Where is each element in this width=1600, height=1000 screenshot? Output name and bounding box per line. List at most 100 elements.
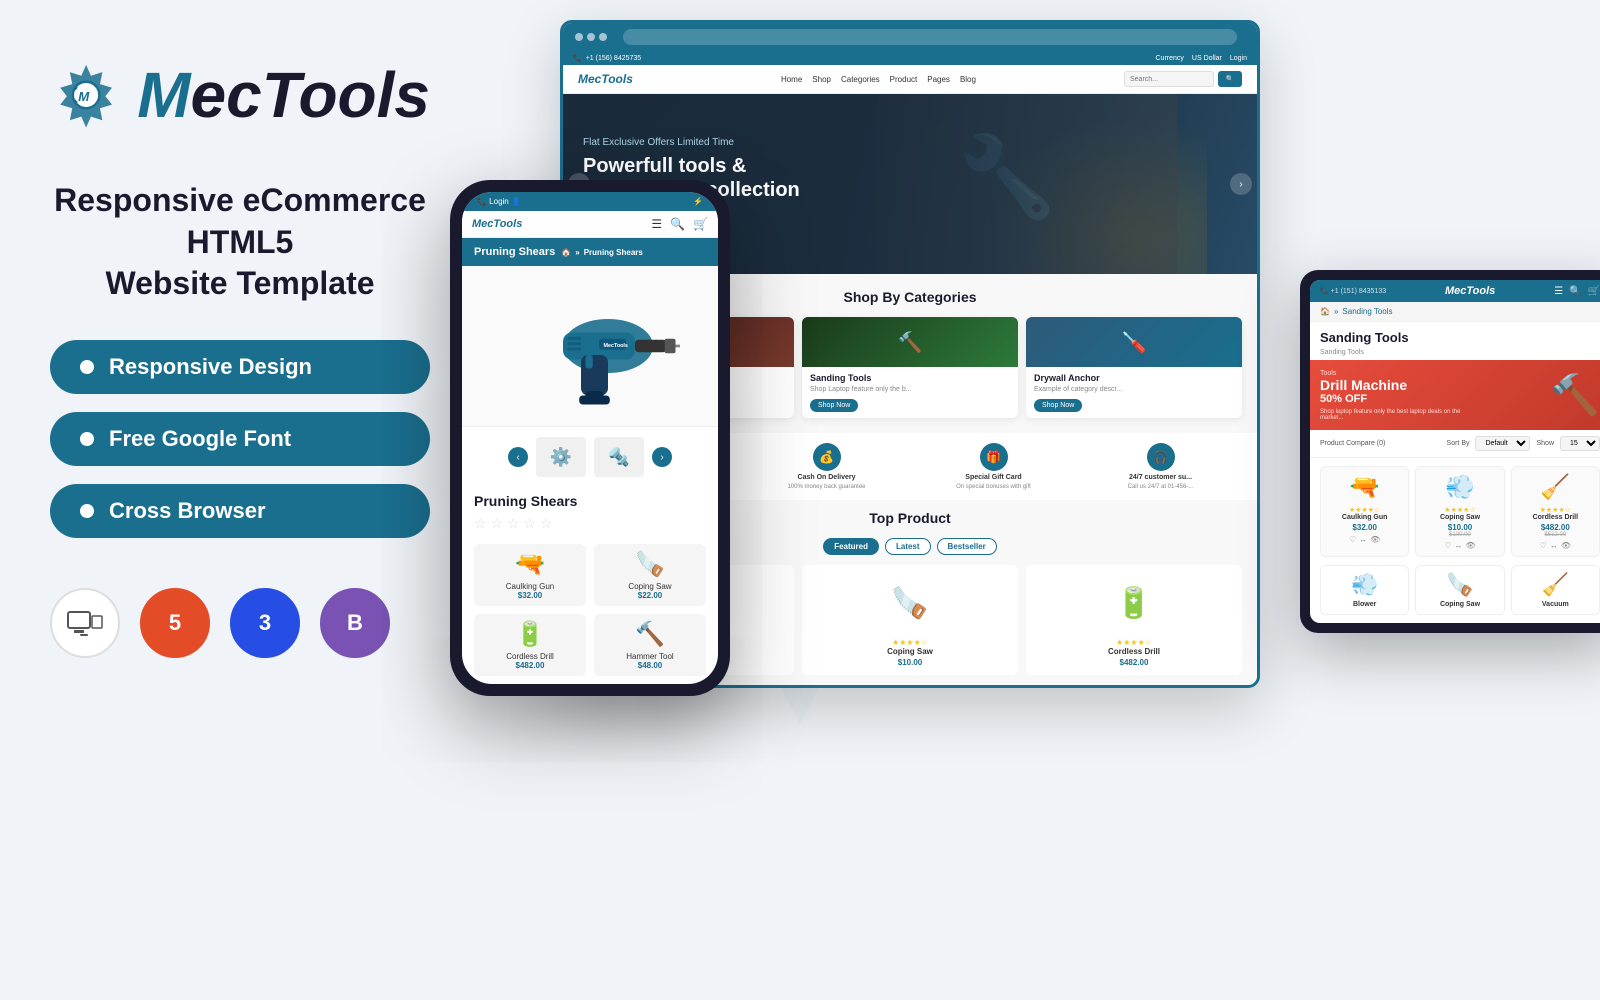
phone-cart-icon[interactable]: 🛒 — [693, 217, 708, 231]
nav-blog[interactable]: Blog — [960, 75, 976, 84]
tablet-compare-icon[interactable]: ↔ — [1359, 535, 1367, 544]
feature-label-cross-browser: Cross Browser — [109, 498, 266, 524]
phone-time: ⚡ — [693, 197, 703, 206]
tablet-prod-old-price-1: $100.00 — [1449, 532, 1471, 538]
hero-subtitle: Flat Exclusive Offers Limited Time — [583, 137, 800, 148]
phone-icon: 📞 — [573, 54, 582, 62]
currency-label: Currency — [1156, 55, 1184, 62]
tablet-view-icon[interactable]: 👁 — [1370, 535, 1380, 544]
service-support-label: 24/7 customer su... — [1129, 474, 1192, 481]
tablet-bottom-card-1: 🪚 Coping Saw — [1415, 565, 1504, 615]
tablet-view-icon[interactable]: 👁 — [1466, 541, 1476, 550]
tablet-show-label: Show — [1536, 440, 1554, 447]
tablet-hero-banner: Tools Drill Machine 50% OFF Shop laptop … — [1310, 360, 1600, 430]
tagline-line1: Responsive eCommerce — [54, 182, 426, 218]
dollar-label: US Dollar — [1192, 55, 1222, 62]
tablet-wish-icon[interactable]: ♡ — [1540, 541, 1547, 550]
category-name: Sanding Tools — [810, 373, 1010, 383]
feature-badge-responsive: Responsive Design — [50, 340, 430, 394]
thumb-next-button[interactable]: › — [652, 447, 672, 467]
category-shop-button[interactable]: Shop Now — [1034, 399, 1082, 412]
bottom-prod-img-2: 🔋 — [515, 620, 545, 649]
phone-breadcrumb-sub: 🏠 » Pruning Shears — [561, 248, 643, 257]
phone-product-image: MecTools — [462, 266, 718, 426]
tablet-cart-icon[interactable]: 🛒 — [1588, 286, 1600, 297]
tablet-sort-select[interactable]: Default — [1475, 436, 1530, 451]
bottom-prod-price-0: $32.00 — [518, 591, 542, 600]
tablet-compare-icon[interactable]: ↔ — [1550, 541, 1558, 550]
phone-logo: MecTools — [472, 218, 522, 230]
tab-featured[interactable]: Featured — [823, 538, 879, 555]
tablet-filter-bar: Product Compare (0) Sort By Default Show… — [1310, 430, 1600, 458]
brand-name: MecTools — [137, 63, 430, 127]
left-panel: M MecTools Responsive eCommerce HTML5 We… — [0, 0, 480, 698]
tablet-bottom-img-0: 💨 — [1351, 572, 1378, 598]
tablet-wish-icon[interactable]: ♡ — [1349, 535, 1356, 544]
search-button[interactable]: 🔍 — [1218, 71, 1242, 87]
tagline-section: Responsive eCommerce HTML5 Website Templ… — [50, 180, 430, 305]
nav-pages[interactable]: Pages — [927, 75, 950, 84]
nav-product[interactable]: Product — [890, 75, 918, 84]
thumbnail-2[interactable]: 🔩 — [594, 437, 644, 477]
nav-home[interactable]: Home — [781, 75, 802, 84]
tablet-prod-action-icons-1: ♡ ↔ 👁 — [1444, 541, 1475, 550]
product-icon-2: 🔋 — [1115, 586, 1152, 621]
tablet-view-icon[interactable]: 👁 — [1561, 541, 1571, 550]
tablet-hero-title: Drill Machine — [1320, 377, 1470, 393]
tab-bestseller[interactable]: Bestseller — [937, 538, 997, 555]
badge-dot — [80, 432, 94, 446]
category-info-drywall: Drywall Anchor Example of category descr… — [1026, 367, 1242, 418]
tech-icon-responsive — [50, 588, 120, 658]
browser-dot-yellow — [587, 33, 595, 41]
svg-text:M: M — [78, 89, 90, 104]
feature-label-responsive: Responsive Design — [109, 354, 312, 380]
top-bar-right: Currency US Dollar Login — [1156, 55, 1248, 62]
tablet-prod-img-1: 💨 — [1445, 473, 1475, 502]
tech-icon-html5: 5 — [140, 588, 210, 658]
category-desc: Example of category descr... — [1034, 385, 1234, 394]
badge-dot — [80, 360, 94, 374]
hero-next-button[interactable]: › — [1230, 173, 1252, 195]
tablet-home-icon: 🏠 — [1320, 307, 1330, 316]
search-input[interactable] — [1124, 71, 1214, 87]
star-3: ☆ — [507, 515, 520, 531]
tablet-compare-icon[interactable]: ↔ — [1455, 541, 1463, 550]
phone-product-stars: ☆ ☆ ☆ ☆ ☆ — [462, 511, 718, 536]
category-img-sanding: 🔨 — [802, 317, 1018, 367]
tablet-icons: ☰ 🔍 🛒 — [1554, 286, 1600, 297]
star-5: ☆ — [540, 515, 553, 531]
nav-shop[interactable]: Shop — [812, 75, 831, 84]
bottom-prod-name-1: Coping Saw — [628, 582, 671, 591]
tablet-hamburger-icon[interactable]: ☰ — [1554, 286, 1563, 297]
bottom-prod-name-0: Caulking Gun — [506, 582, 554, 591]
tablet-prod-name-0: Caulking Gun — [1342, 514, 1388, 521]
browser-dot-green — [599, 33, 607, 41]
phone-bottom-products: 🔫 Caulking Gun $32.00 🪚 Coping Saw $22.0… — [462, 536, 718, 684]
tablet-hero-discount: 50% OFF — [1320, 393, 1470, 405]
tablet-header: 📞 +1 (151) 8435133 MecTools ☰ 🔍 🛒 — [1310, 280, 1600, 302]
star-1: ☆ — [474, 515, 487, 531]
product-card-2: 🔋 ★★★★☆ Cordless Drill $482.00 — [1026, 565, 1242, 675]
logo-gear-icon: M — [50, 40, 122, 150]
phone-search-icon[interactable]: 🔍 — [670, 217, 685, 231]
service-support-sublabel: Call us 24/7 at 01-456-... — [1128, 484, 1194, 490]
nav-categories[interactable]: Categories — [841, 75, 880, 84]
thumbnail-1[interactable]: ⚙️ — [536, 437, 586, 477]
svg-text:MecTools: MecTools — [604, 343, 628, 349]
tablet-show-select[interactable]: 15 — [1560, 436, 1600, 451]
bottom-prod-price-2: $482.00 — [516, 661, 545, 670]
thumb-prev-button[interactable]: ‹ — [508, 447, 528, 467]
category-shop-button[interactable]: Shop Now — [810, 399, 858, 412]
tablet-wish-icon[interactable]: ♡ — [1444, 541, 1451, 550]
bootstrap-label: B — [347, 610, 363, 636]
tablet-mockup: 📞 +1 (151) 8435133 MecTools ☰ 🔍 🛒 🏠 » Sa… — [1300, 270, 1600, 633]
home-icon: 🏠 — [561, 248, 571, 257]
phone-product-name: Pruning Shears — [462, 487, 718, 511]
tablet-sort-controls: Sort By Default Show 15 — [1447, 436, 1600, 451]
hamburger-icon[interactable]: ☰ — [651, 217, 662, 231]
site-header: MecTools Home Shop Categories Product Pa… — [563, 65, 1257, 94]
tablet-product-title: Sanding Tools — [1310, 322, 1600, 349]
bottom-prod-price-3: $48.00 — [638, 661, 662, 670]
tablet-search-icon[interactable]: 🔍 — [1569, 286, 1581, 297]
tab-latest[interactable]: Latest — [885, 538, 931, 555]
